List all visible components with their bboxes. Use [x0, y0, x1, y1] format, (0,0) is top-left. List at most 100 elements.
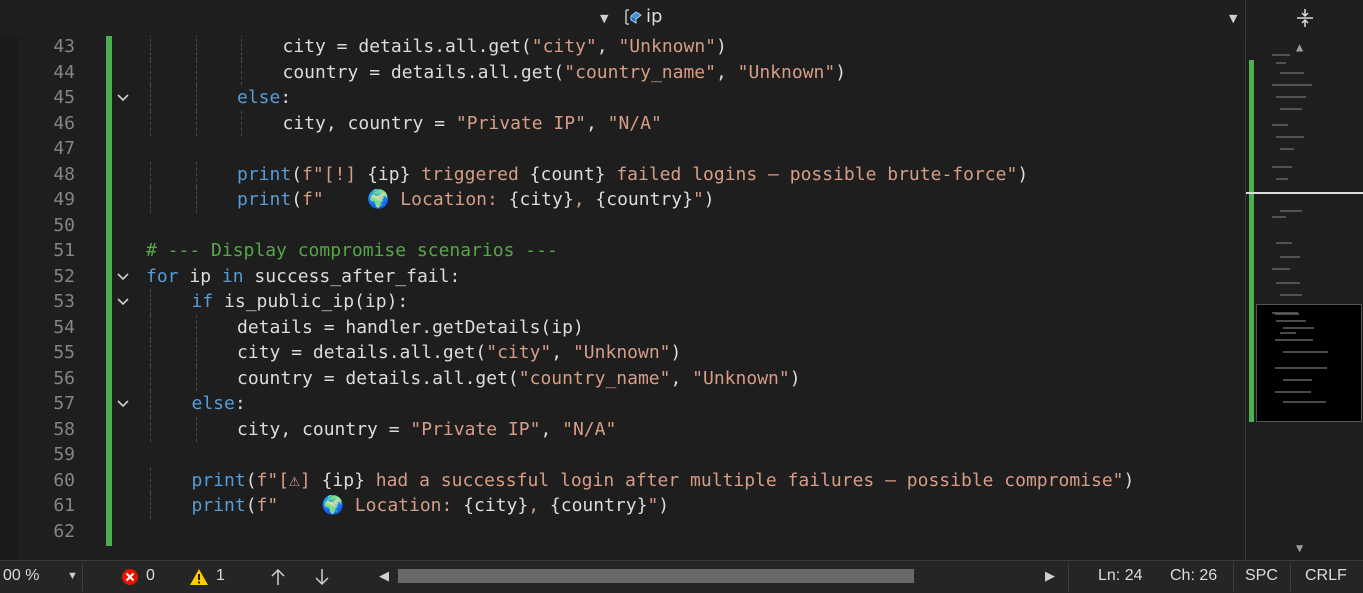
code-line[interactable]: 50 [0, 213, 1245, 239]
zoom-dropdown-chevron-icon[interactable]: ▼ [67, 561, 78, 593]
horizontal-scrollbar-thumb[interactable] [398, 569, 914, 583]
indent-guide [195, 314, 197, 340]
code-line[interactable]: 49 print(f" 🌍 Location: {city}, {country}… [0, 187, 1245, 213]
scroll-down-arrow-icon[interactable]: ▼ [1296, 541, 1303, 555]
minimap-line [1283, 379, 1312, 381]
line-indicator[interactable]: Ln: 24 [1098, 561, 1142, 593]
code-text: city = details.all.get("city", "Unknown"… [237, 340, 681, 366]
code-line[interactable]: 54 details = handler.getDetails(ip) [0, 314, 1245, 340]
code-line[interactable]: 56 country = details.all.get("country_nam… [0, 365, 1245, 391]
member-dropdown-value: ip [646, 6, 663, 27]
code-token: {city} [463, 495, 529, 516]
code-line[interactable]: 48 print(f"[!] {ip} triggered {count} fai… [0, 161, 1245, 187]
type-dropdown-chevron-icon[interactable]: ▼ [600, 12, 608, 25]
minimap-line [1275, 367, 1327, 369]
fold-chevron-icon[interactable] [116, 91, 130, 105]
line-number: 59 [53, 444, 75, 465]
indent-guide [150, 493, 151, 519]
split-editor-button[interactable] [1245, 0, 1363, 36]
indent-guide [241, 59, 242, 85]
code-token: print [237, 163, 292, 185]
code-token: for [146, 265, 179, 287]
line-number: 61 [53, 495, 75, 516]
indent-guide [150, 289, 151, 315]
code-line[interactable]: 57 else: [0, 391, 1245, 417]
code-token: "Private IP" [410, 418, 541, 440]
status-bar: 00 % ▼ 0 1 ◀ ▶ Ln: 24 Ch: 26 SPC CRLF [0, 560, 1363, 593]
split-icon [1297, 9, 1313, 27]
code-token: ) [670, 342, 682, 363]
code-token: ( [245, 469, 257, 491]
indentation-mode[interactable]: SPC [1245, 561, 1278, 593]
code-editor[interactable]: 43 city = details.all.get("city", "Unknow… [0, 36, 1245, 560]
column-indicator[interactable]: Ch: 26 [1170, 561, 1217, 593]
warning-count[interactable]: 1 [216, 561, 225, 593]
line-ending-mode[interactable]: CRLF [1305, 561, 1347, 593]
scroll-up-arrow-icon[interactable]: ▲ [1296, 40, 1303, 54]
code-line[interactable]: 61 print(f" 🌍 Location: {city}, {country}… [0, 493, 1245, 519]
code-line[interactable]: 62 [0, 519, 1245, 545]
minimap-line [1272, 124, 1288, 126]
member-dropdown[interactable]: ip [624, 6, 662, 27]
indent-guide [150, 314, 151, 340]
indent-guide [195, 36, 197, 60]
next-issue-arrow-icon[interactable] [314, 568, 330, 586]
code-line[interactable]: 60 print(f"[⚠] {ip} had a successful logi… [0, 467, 1245, 493]
warning-icon[interactable] [189, 568, 209, 586]
line-number: 60 [53, 469, 75, 491]
scroll-left-arrow-icon[interactable]: ◀ [379, 561, 389, 593]
code-token: triggered [410, 163, 530, 185]
indent-guide [150, 340, 151, 366]
fold-chevron-icon[interactable] [116, 295, 130, 309]
code-line[interactable]: 55 city = details.all.get("city", "Unknow… [0, 340, 1245, 366]
code-line[interactable]: 47 [0, 136, 1245, 162]
minimap-line [1276, 178, 1288, 180]
code-token: , [573, 189, 596, 210]
code-text: city, country = "Private IP", "N/A" [283, 111, 662, 137]
fold-chevron-icon[interactable] [116, 397, 130, 411]
code-line[interactable]: 52 for ip in success_after_fail: [0, 264, 1245, 290]
scroll-right-arrow-icon[interactable]: ▶ [1045, 561, 1055, 593]
error-count[interactable]: 0 [146, 561, 155, 593]
code-line[interactable]: 45 else: [0, 85, 1245, 111]
code-line[interactable]: 51 # --- Display compromise scenarios --- [0, 238, 1245, 264]
zoom-level[interactable]: 00 % [3, 561, 39, 593]
code-line[interactable]: 43 city = details.all.get("city", "Unknow… [0, 36, 1245, 60]
code-line[interactable]: 44 country = details.all.get("country_nam… [0, 59, 1245, 85]
code-token: city = details.all.get( [237, 342, 487, 363]
code-text: print(f" 🌍 Location: {city}, {country}") [237, 187, 715, 213]
code-token: "Unknown" [737, 61, 836, 83]
code-token: had a successful login after multiple fa… [364, 469, 1124, 491]
previous-issue-arrow-icon[interactable] [270, 568, 286, 586]
code-token: "city" [531, 36, 597, 57]
code-token: ) [703, 189, 715, 210]
minimap-scrollbar[interactable]: ▲ ▼ [1245, 36, 1363, 560]
code-token: : [280, 87, 292, 108]
code-token: country = details.all.get( [237, 367, 519, 389]
error-icon[interactable] [121, 568, 139, 586]
navigation-bar: ▼ ip ▼ [0, 0, 1245, 37]
indent-guide [195, 85, 197, 111]
minimap-line [1272, 312, 1298, 314]
line-number: 56 [53, 367, 75, 389]
line-number: 43 [53, 36, 75, 57]
code-token: city, country = [237, 418, 411, 440]
fold-chevron-icon[interactable] [116, 270, 130, 284]
code-line[interactable]: 58 city, country = "Private IP", "N/A" [0, 416, 1245, 442]
code-token: ) [1017, 163, 1029, 185]
minimap-viewport[interactable] [1256, 304, 1362, 422]
code-token: else [237, 87, 281, 108]
indent-guide [241, 110, 242, 136]
code-token: # --- Display compromise scenarios --- [146, 240, 558, 261]
code-line[interactable]: 46 city, country = "Private IP", "N/A" [0, 110, 1245, 137]
code-token: {count} [529, 163, 606, 185]
code-token: ) [789, 367, 801, 389]
indent-guide [195, 340, 197, 366]
code-line[interactable]: 53 if is_public_ip(ip): [0, 289, 1245, 315]
code-line[interactable]: 59 [0, 442, 1245, 468]
field-icon [625, 8, 642, 25]
code-token: , [670, 367, 693, 389]
code-token: is_public_ip(ip): [213, 291, 409, 312]
member-dropdown-chevron-icon[interactable]: ▼ [1229, 12, 1237, 25]
minimap-line [1276, 62, 1286, 64]
